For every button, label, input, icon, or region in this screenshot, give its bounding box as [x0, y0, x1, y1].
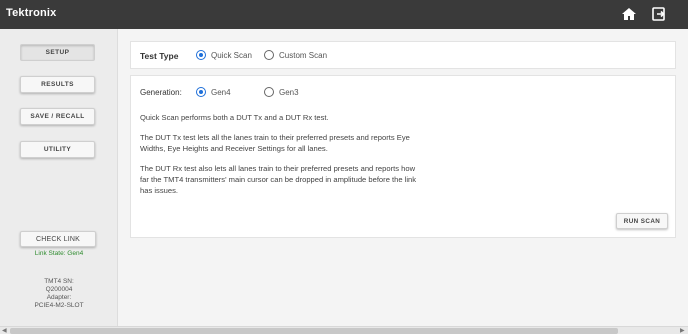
scroll-left-icon[interactable]: ◀ [2, 327, 7, 334]
check-link-button[interactable]: CHECK LINK [20, 231, 96, 247]
link-state-text: Link State: Gen4 [34, 250, 84, 257]
save-recall-button[interactable]: SAVE / RECALL [20, 108, 95, 125]
test-type-label: Test Type [140, 51, 179, 61]
sidebar: SETUP RESULTS SAVE / RECALL UTILITY CHEC… [0, 29, 118, 326]
tektronix-logo: Tektronix [6, 7, 57, 19]
radio-unselected-icon [264, 50, 274, 60]
serial-number-value: Q200004 [45, 286, 73, 293]
radio-selected-icon [196, 50, 206, 60]
results-button[interactable]: RESULTS [20, 76, 95, 93]
main-panel: Test Type Quick Scan Custom Scan Generat… [118, 29, 688, 326]
description-dut-rx: The DUT Rx test also lets all lanes trai… [140, 164, 417, 195]
radio-selected-icon [196, 87, 206, 97]
exit-icon[interactable] [650, 6, 668, 22]
quick-scan-radio[interactable]: Quick Scan [196, 50, 252, 60]
scan-details-card: Generation: Gen4 Gen3 Quick Scan perform… [130, 75, 676, 238]
setup-button[interactable]: SETUP [20, 44, 95, 61]
run-scan-button[interactable]: RUN SCAN [616, 213, 668, 229]
radio-unselected-icon [264, 87, 274, 97]
serial-number-label: TMT4 SN: [44, 278, 74, 285]
adapter-value: PCIE4-M2-SLOT [34, 302, 84, 309]
gen3-radio[interactable]: Gen3 [264, 87, 299, 97]
device-info: TMT4 SN: Q200004 Adapter: PCIE4-M2-SLOT [0, 278, 118, 310]
custom-scan-radio[interactable]: Custom Scan [264, 50, 327, 60]
generation-label: Generation: [140, 88, 182, 97]
scroll-right-icon[interactable]: ▶ [680, 327, 685, 334]
top-bar: Tektronix [0, 0, 688, 29]
description-dut-tx: The DUT Tx test lets all the lanes train… [140, 133, 410, 153]
horizontal-scrollbar[interactable]: ◀ ▶ [0, 326, 688, 334]
gen4-radio[interactable]: Gen4 [196, 87, 231, 97]
description-quick-scan: Quick Scan performs both a DUT Tx and a … [140, 113, 329, 122]
adapter-label: Adapter: [46, 294, 72, 301]
test-type-card: Test Type Quick Scan Custom Scan [130, 41, 676, 69]
scrollbar-thumb[interactable] [10, 328, 618, 334]
home-icon[interactable] [620, 6, 638, 22]
utility-button[interactable]: UTILITY [20, 141, 95, 158]
